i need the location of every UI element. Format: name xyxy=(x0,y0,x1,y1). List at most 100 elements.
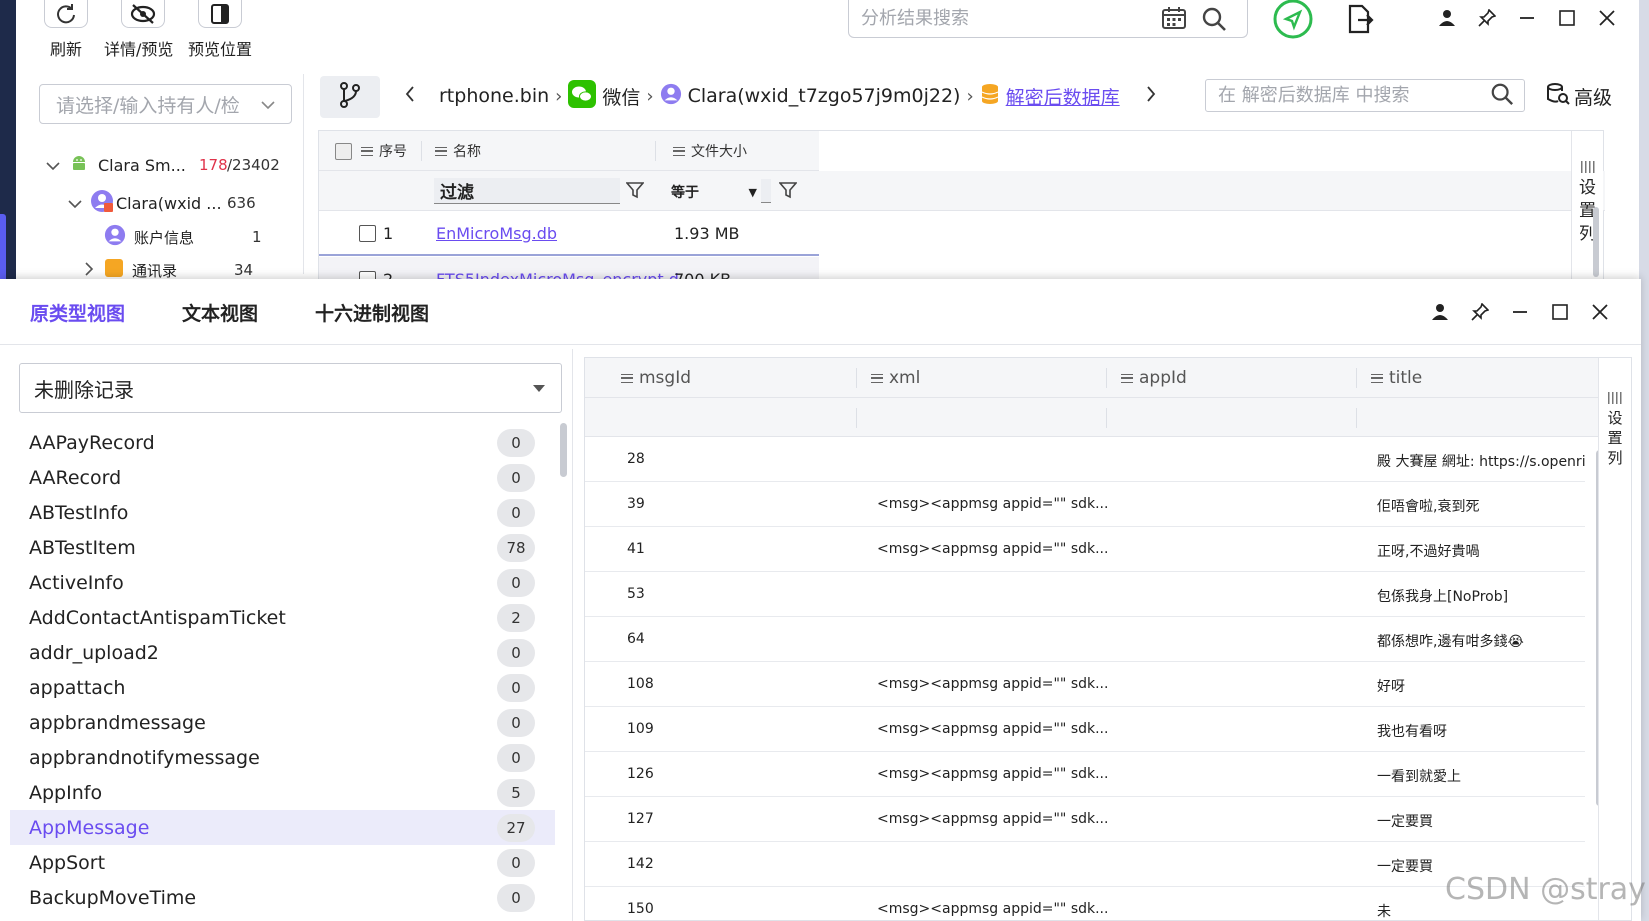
table-list-item[interactable]: ActiveInfo 0 xyxy=(10,565,555,600)
breadcrumb-app[interactable]: 微信 xyxy=(602,83,640,110)
tree-item-account-info[interactable]: 账户信息 1 xyxy=(104,224,284,250)
db-table-list: AAPayRecord 0 AARecord 0 ABTestInfo 0 ABTestIt… xyxy=(10,424,555,921)
table-name: appbrandmessage xyxy=(29,711,206,734)
table-row[interactable]: 127 <msg><appmsg appid="" sdk... 一定要買 xyxy=(585,797,1585,842)
header-index[interactable]: 序号 xyxy=(361,131,407,171)
table-list-scrollbar[interactable] xyxy=(560,423,567,477)
avatar-icon xyxy=(104,224,126,250)
chevron-down-icon[interactable] xyxy=(68,194,82,213)
header-size[interactable]: 文件大小 xyxy=(673,131,747,171)
table-list-item[interactable]: AppInfo 5 xyxy=(10,775,555,810)
header-xml[interactable]: xml xyxy=(871,358,920,398)
pin-icon[interactable] xyxy=(1477,8,1497,28)
refresh-button[interactable]: 刷新 xyxy=(44,0,88,60)
header-select-all[interactable] xyxy=(335,131,352,171)
table-list-item[interactable]: AARecord 0 xyxy=(10,460,555,495)
breadcrumb-back-icon[interactable] xyxy=(405,85,415,107)
close-icon[interactable] xyxy=(1597,8,1617,28)
table-row[interactable]: 109 <msg><appmsg appid="" sdk... 我也有看呀 xyxy=(585,707,1585,752)
size-filter-input[interactable] xyxy=(761,179,771,203)
avatar-icon xyxy=(660,83,682,110)
select-all-checkbox[interactable] xyxy=(335,142,352,160)
table-list-item[interactable]: AddContactAntispamTicket 2 xyxy=(10,600,555,635)
minimize-icon[interactable] xyxy=(1510,302,1530,322)
table-row[interactable]: 64 都係想咋,邊有咁多錢😭 xyxy=(585,617,1585,662)
table-list-item[interactable]: appbrandnotifymessage 0 xyxy=(10,740,555,775)
table-row[interactable]: 150 <msg><appmsg appid="" sdk... 未 xyxy=(585,887,1585,920)
user-icon[interactable] xyxy=(1430,302,1450,322)
cell-msgid: 41 xyxy=(627,541,645,557)
table-name: appbrandnotifymessage xyxy=(29,746,260,769)
user-icon[interactable] xyxy=(1437,8,1457,28)
breadcrumb-forward-icon[interactable] xyxy=(1146,85,1156,107)
table-row[interactable]: 28 殿 大賽屋 網址: https://s.openri. xyxy=(585,437,1587,482)
search-icon[interactable] xyxy=(1490,82,1514,110)
db-search-input[interactable] xyxy=(1218,85,1468,106)
table-list-item[interactable]: AppMessage 27 xyxy=(10,810,555,845)
minimize-icon[interactable] xyxy=(1517,8,1537,28)
table-list-item[interactable]: addr_upload2 0 xyxy=(10,635,555,670)
table-list-item[interactable]: BackupMoveTime 0 xyxy=(10,880,555,915)
panel-divider[interactable] xyxy=(572,349,573,921)
table-list-item[interactable]: appbrandmessage 0 xyxy=(10,705,555,740)
pin-icon[interactable] xyxy=(1470,302,1490,322)
table-list-item[interactable]: AppSort 0 xyxy=(10,845,555,880)
file-row[interactable]: 1 EnMicroMsg.db 1.93 MB xyxy=(319,212,819,256)
export-file-icon[interactable] xyxy=(1346,4,1374,38)
owner-select[interactable]: 请选择/输入持有人/检 xyxy=(39,84,292,124)
table-row[interactable]: 126 <msg><appmsg appid="" sdk... 一看到就愛上 xyxy=(585,752,1585,797)
menu-icon xyxy=(1121,373,1133,383)
tree-item-device[interactable]: Clara Sm... 178 /23402 xyxy=(46,153,286,177)
header-msgid[interactable]: msgId xyxy=(621,358,691,398)
table-row[interactable]: 53 包係我身上[NoProb] xyxy=(585,572,1585,617)
close-icon[interactable] xyxy=(1590,302,1610,322)
table-name: AARecord xyxy=(29,466,122,489)
maximize-icon[interactable] xyxy=(1557,8,1577,28)
preview-position-button[interactable]: 预览位置 xyxy=(188,0,252,60)
maximize-icon[interactable] xyxy=(1550,302,1570,322)
cell-msgid: 150 xyxy=(627,901,654,917)
global-search xyxy=(848,0,1248,38)
filter-icon[interactable] xyxy=(778,181,798,203)
table-list-item[interactable]: AAPayRecord 0 xyxy=(10,425,555,460)
breadcrumb-file[interactable]: rtphone.bin xyxy=(439,85,549,107)
column-settings-button[interactable]: 设 置 列 xyxy=(1598,358,1631,920)
table-list-item[interactable]: ABTestInfo 0 xyxy=(10,495,555,530)
db-search xyxy=(1205,79,1525,112)
table-list-item[interactable]: appattach 0 xyxy=(10,670,555,705)
avatar-icon xyxy=(90,189,114,217)
record-count-badge: 0 xyxy=(497,673,535,702)
header-name[interactable]: 名称 xyxy=(435,131,481,171)
name-filter-input[interactable]: 过滤 xyxy=(434,178,620,204)
header-title[interactable]: title xyxy=(1371,358,1422,398)
file-table-scrollbar[interactable] xyxy=(1593,207,1599,277)
table-list-item[interactable]: ABTestItem 78 xyxy=(10,530,555,565)
table-row[interactable]: 142 一定要買 xyxy=(585,842,1585,887)
branch-button[interactable] xyxy=(320,76,380,118)
search-icon[interactable] xyxy=(1201,6,1227,36)
chevron-right-icon[interactable] xyxy=(84,261,94,280)
filter-icon[interactable] xyxy=(625,181,645,203)
table-row[interactable]: 39 <msg><appmsg appid="" sdk... 佢唔會啦,衰到死 xyxy=(585,482,1585,527)
advanced-search-button[interactable]: 高级 xyxy=(1546,82,1612,111)
target-icon[interactable] xyxy=(1272,0,1314,46)
tab-raw-view[interactable]: 原类型视图 xyxy=(30,299,125,326)
cell-xml: <msg><appmsg appid="" sdk... xyxy=(877,901,1109,917)
calendar-icon[interactable] xyxy=(1161,6,1187,34)
record-type-select[interactable]: 未删除记录 xyxy=(19,363,562,413)
tree-item-account[interactable]: Clara(wxid ... 636 xyxy=(68,189,288,217)
global-search-input[interactable] xyxy=(861,8,1161,29)
detail-preview-button[interactable]: 详情/预览 xyxy=(104,0,173,60)
breadcrumb-db[interactable]: 解密后数据库 xyxy=(1006,83,1120,110)
table-row[interactable]: 108 <msg><appmsg appid="" sdk... 好呀 xyxy=(585,662,1585,707)
breadcrumb-user[interactable]: Clara(wxid_t7zgo57j9m0j22) xyxy=(688,85,961,107)
row-checkbox[interactable] xyxy=(359,224,376,242)
cell-title: 未 xyxy=(1377,904,1391,920)
chevron-down-icon[interactable] xyxy=(46,156,60,175)
table-row[interactable]: 41 <msg><appmsg appid="" sdk... 正呀,不過好貴喎 xyxy=(585,527,1585,572)
tab-hex-view[interactable]: 十六进制视图 xyxy=(315,299,429,326)
tab-text-view[interactable]: 文本视图 xyxy=(182,299,258,326)
size-filter-operator[interactable]: 等于 ▼ xyxy=(671,179,757,205)
header-appid[interactable]: appId xyxy=(1121,358,1187,398)
file-row-name-link[interactable]: EnMicroMsg.db xyxy=(436,224,557,243)
